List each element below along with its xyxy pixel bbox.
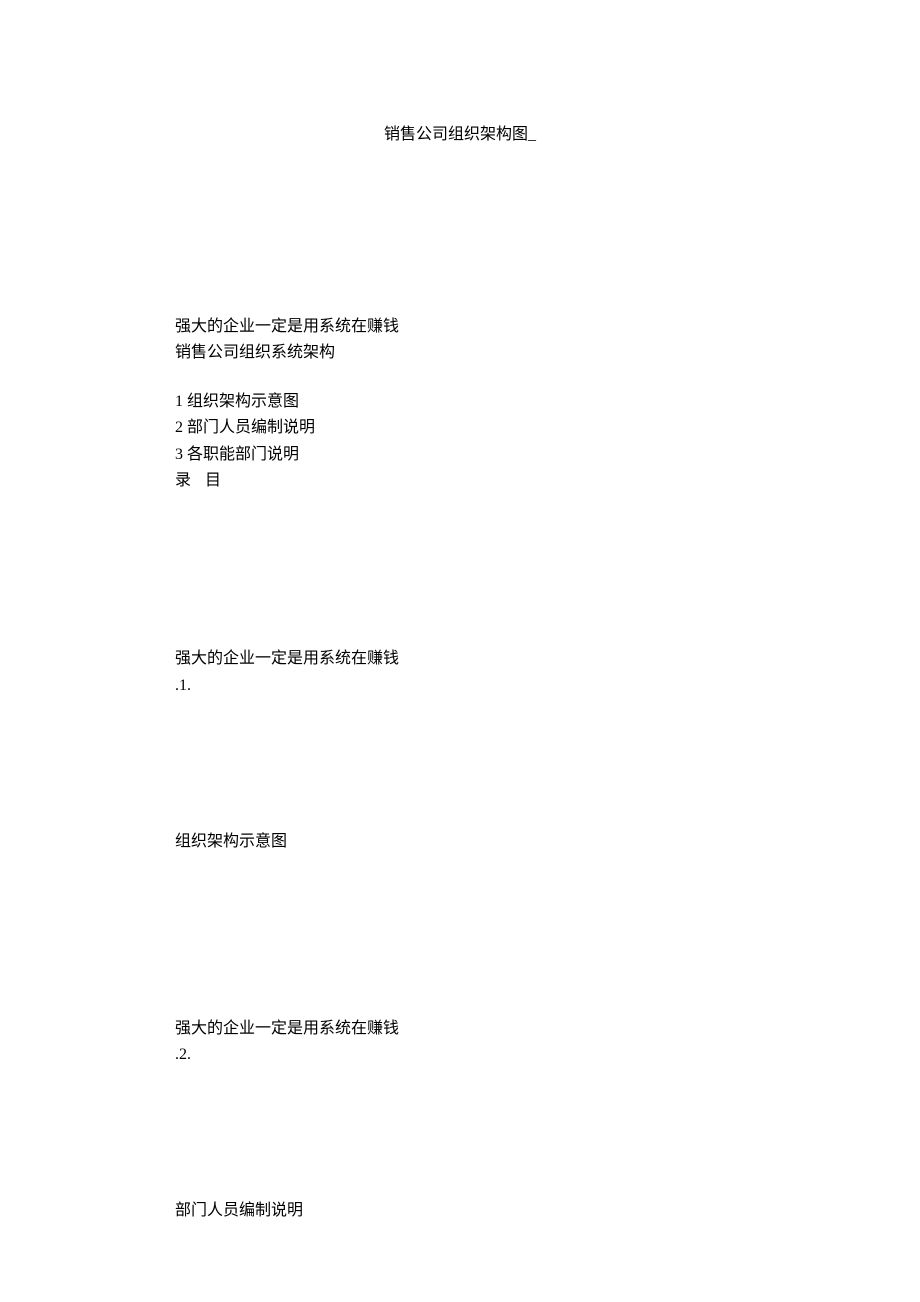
toc-label-mu: 目 [205, 472, 221, 489]
section-1-header: 强大的企业一定是用系统在赚钱 [175, 646, 820, 672]
document-page: 销售公司组织架构图_ 强大的企业一定是用系统在赚钱 销售公司组织系统架构 1 组… [0, 0, 920, 1225]
toc-item-2: 2 部门人员编制说明 [175, 415, 820, 441]
section-1-title: 组织架构示意图 [175, 829, 820, 855]
document-title: 销售公司组织架构图_ [100, 120, 820, 144]
section-1-title-block: 组织架构示意图 [175, 829, 820, 855]
intro-line-1: 强大的企业一定是用系统在赚钱 [175, 314, 820, 340]
section-2-title: 部门人员编制说明 [175, 1198, 820, 1224]
intro-block: 强大的企业一定是用系统在赚钱 销售公司组织系统架构 [175, 314, 820, 367]
intro-line-2: 销售公司组织系统架构 [175, 340, 820, 366]
section-2-number: .2. [175, 1042, 820, 1068]
toc-item-3: 3 各职能部门说明 [175, 442, 820, 468]
toc-block: 1 组织架构示意图 2 部门人员编制说明 3 各职能部门说明 录目 [175, 389, 820, 495]
section-2-title-block: 部门人员编制说明 [175, 1198, 820, 1224]
section-2-header-block: 强大的企业一定是用系统在赚钱 .2. [175, 1016, 820, 1069]
toc-label-lu: 录 [175, 472, 191, 489]
title-text: 销售公司组织架构图 [384, 126, 528, 143]
toc-item-1: 1 组织架构示意图 [175, 389, 820, 415]
title-cursor: _ [528, 126, 536, 143]
toc-label: 录目 [175, 468, 820, 494]
section-1-number: .1. [175, 673, 820, 699]
section-2-header: 强大的企业一定是用系统在赚钱 [175, 1016, 820, 1042]
section-1-header-block: 强大的企业一定是用系统在赚钱 .1. [175, 646, 820, 699]
